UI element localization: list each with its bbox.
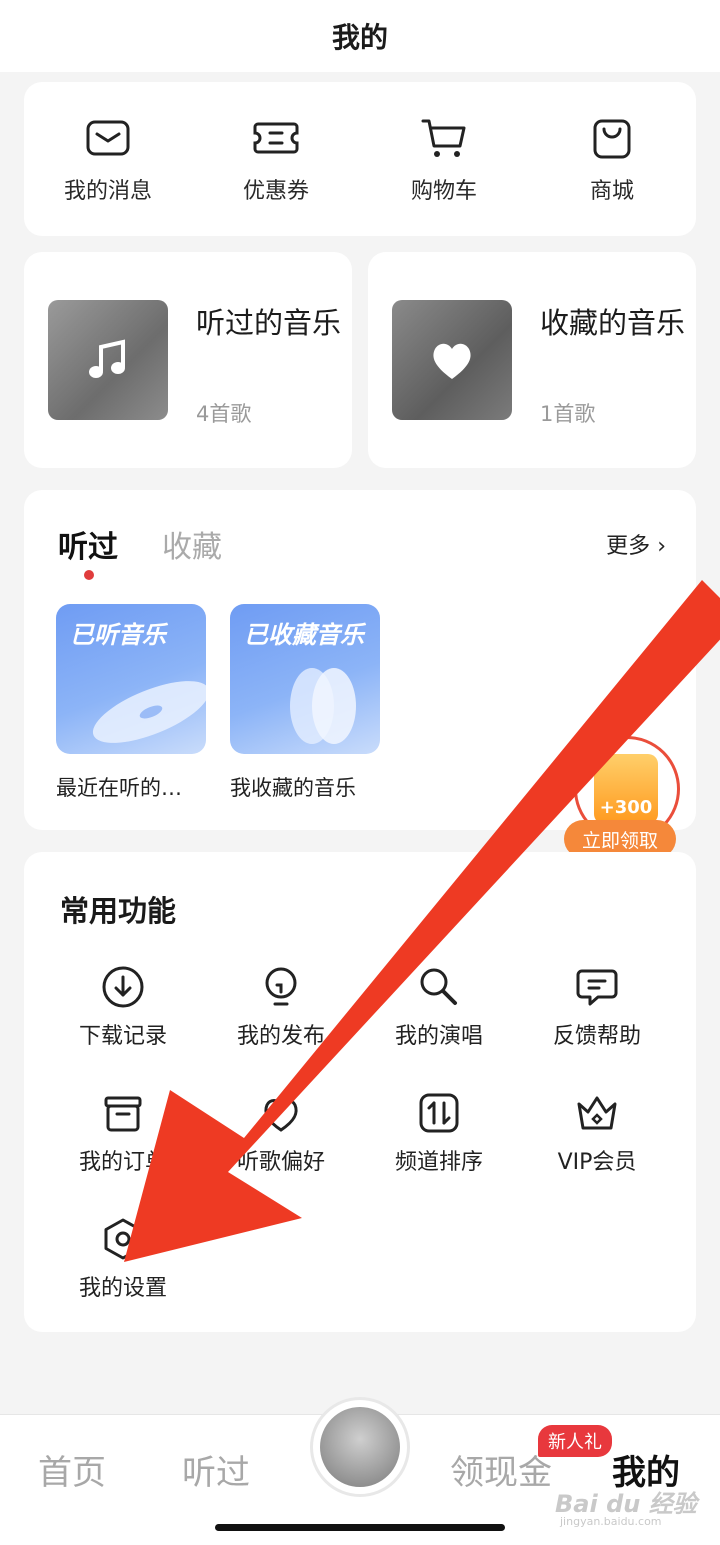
vip-member-button[interactable]: VIP会员 (522, 1090, 672, 1176)
listened-tile-text: 已听音乐 (70, 621, 166, 649)
listened-music-card[interactable]: 听过的音乐 4首歌 (24, 252, 352, 468)
download-records-button[interactable]: 下载记录 (48, 964, 198, 1050)
cart-button[interactable]: 购物车 (360, 82, 528, 236)
collected-music-title: 收藏的音乐 (540, 306, 686, 340)
lightbulb-icon (265, 967, 297, 1006)
listened-music-count: 4首歌 (196, 402, 252, 426)
reward-coin: +300 (594, 754, 658, 824)
crown-icon (577, 1096, 617, 1130)
tab-collected[interactable]: 收藏 (162, 522, 222, 566)
my-settings-label: 我的设置 (78, 1276, 167, 1301)
collected-music-count: 1首歌 (540, 402, 596, 426)
chevron-right-icon: › (657, 534, 666, 559)
order-box-icon (104, 1096, 142, 1132)
listened-tile-label: 最近在听的… (56, 776, 182, 800)
page-title: 我的 (0, 0, 720, 72)
collected-cover (392, 300, 512, 420)
active-tab-indicator (84, 570, 94, 580)
listened-music-title: 听过的音乐 (196, 306, 342, 340)
coupon-button[interactable]: 优惠券 (192, 82, 360, 236)
cart-label: 购物车 (410, 179, 477, 204)
my-messages-button[interactable]: 我的消息 (24, 82, 192, 236)
cart-icon (421, 119, 466, 157)
mall-button[interactable]: 商城 (528, 82, 696, 236)
now-playing-button[interactable] (310, 1397, 410, 1497)
my-orders-label: 我的订单 (78, 1150, 167, 1175)
message-icon (86, 120, 130, 156)
channel-sort-button[interactable]: 频道排序 (364, 1090, 514, 1176)
coupon-icon (253, 122, 299, 154)
watermark: Bai du 经验 (555, 1490, 697, 1518)
feedback-icon (576, 969, 618, 1006)
music-note-icon (89, 339, 125, 378)
my-singing-button[interactable]: 我的演唱 (364, 964, 514, 1050)
common-functions-card: 常用功能 下载记录 我的发布 我的演唱 反馈帮助 我的订单 听歌偏好 频道排序 … (24, 852, 696, 1332)
quick-actions-card: 我的消息 优惠券 购物车 商城 (24, 82, 696, 236)
microphone-icon (420, 968, 457, 1005)
listening-preference-label: 听歌偏好 (236, 1150, 325, 1175)
my-posts-label: 我的发布 (236, 1024, 325, 1049)
collected-music-card[interactable]: 收藏的音乐 1首歌 (368, 252, 696, 468)
download-records-label: 下载记录 (78, 1024, 167, 1049)
listened-cover (48, 300, 168, 420)
collected-tile-text: 已收藏音乐 (244, 621, 364, 649)
collected-tile-label: 我收藏的音乐 (230, 776, 356, 800)
now-playing-cover (320, 1407, 400, 1487)
my-singing-label: 我的演唱 (394, 1024, 483, 1049)
watermark-url: jingyan.baidu.com (560, 1515, 662, 1528)
collected-playlist-tile[interactable]: 已收藏音乐 (230, 604, 380, 754)
listening-preference-button[interactable]: 听歌偏好 (206, 1090, 356, 1176)
listened-playlist-tile[interactable]: 已听音乐 (56, 604, 206, 754)
shopping-bag-icon (593, 119, 631, 159)
my-orders-button[interactable]: 我的订单 (48, 1090, 198, 1176)
nav-listened[interactable]: 听过 (182, 1445, 250, 1494)
coupon-label: 优惠券 (242, 179, 309, 204)
nav-cash[interactable]: 领现金 (450, 1445, 552, 1494)
my-posts-button[interactable]: 我的发布 (206, 964, 356, 1050)
more-link[interactable]: 更多 › (606, 528, 666, 560)
my-messages-label: 我的消息 (63, 179, 152, 204)
functions-title: 常用功能 (60, 894, 177, 928)
reward-widget[interactable]: +300 立即领取 (562, 736, 682, 858)
download-icon (102, 966, 144, 1008)
my-settings-button[interactable]: 我的设置 (48, 1216, 198, 1302)
nav-home[interactable]: 首页 (38, 1445, 106, 1494)
settings-icon (104, 1218, 142, 1260)
sort-icon (419, 1093, 459, 1133)
more-label: 更多 (606, 534, 651, 559)
mall-label: 商城 (589, 179, 634, 204)
vip-member-label: VIP会员 (557, 1150, 637, 1175)
home-indicator[interactable] (215, 1524, 505, 1531)
feedback-help-label: 反馈帮助 (552, 1024, 641, 1049)
tab-listened[interactable]: 听过 (58, 522, 118, 566)
preference-icon (264, 1099, 298, 1132)
channel-sort-label: 频道排序 (394, 1150, 483, 1175)
heart-icon (433, 343, 471, 379)
feedback-help-button[interactable]: 反馈帮助 (522, 964, 672, 1050)
new-user-gift-badge: 新人礼 (538, 1425, 612, 1457)
